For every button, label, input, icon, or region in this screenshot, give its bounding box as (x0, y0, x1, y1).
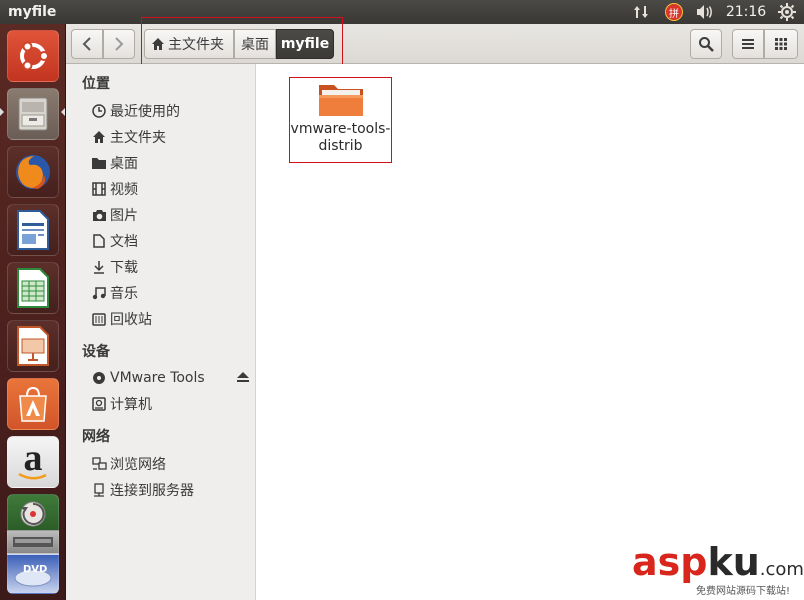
clock[interactable]: 21:16 (724, 0, 768, 24)
list-view-button[interactable] (732, 29, 764, 59)
calc-spreadsheet-icon (17, 268, 49, 308)
download-icon (90, 258, 108, 276)
sidebar-item-label: 回收站 (110, 312, 152, 328)
forward-button[interactable] (103, 29, 135, 59)
amazon-launcher-button[interactable]: a (7, 436, 59, 488)
input-method-icon[interactable]: 拼 (663, 0, 685, 24)
grid-icon (775, 38, 787, 50)
drive-icon (13, 537, 53, 547)
software-center-launcher-button[interactable] (7, 378, 59, 430)
update-icon (20, 501, 46, 527)
home-icon (90, 128, 108, 146)
amazon-smile-icon (18, 473, 47, 480)
sidebar-item-label: 计算机 (110, 397, 152, 413)
sidebar-item-home[interactable]: 主文件夹 (90, 126, 166, 148)
folder-icon (318, 85, 363, 116)
sidebar-item-desktop[interactable]: 桌面 (90, 152, 138, 174)
search-button[interactable] (690, 29, 722, 59)
sidebar-item-label: 浏览网络 (110, 457, 166, 473)
folder-name: vmware-tools- distrib (291, 121, 391, 155)
grid-view-button[interactable] (764, 29, 798, 59)
devices-heading: 设备 (82, 344, 110, 360)
sidebar-item-connect-server[interactable]: 连接到服务器 (90, 479, 194, 501)
sidebar-item-videos[interactable]: 视频 (90, 178, 138, 200)
shopping-bag-icon (19, 386, 47, 422)
sidebar-item-label: 音乐 (110, 286, 138, 302)
sidebar-item-music[interactable]: 音乐 (90, 282, 138, 304)
sidebar-item-downloads[interactable]: 下载 (90, 256, 138, 278)
server-icon (90, 481, 108, 499)
computer-icon (90, 395, 108, 413)
impress-presentation-icon (17, 326, 49, 366)
watermark-tagline: 免费网站源码下载站! (696, 586, 791, 597)
search-icon (699, 37, 714, 52)
writer-document-icon (17, 210, 49, 250)
ubuntu-logo-icon (20, 41, 49, 71)
watermark-brand-ku: ku (707, 540, 760, 584)
document-icon (90, 232, 108, 250)
sidebar-item-label: VMware Tools (110, 370, 205, 386)
film-icon (90, 180, 108, 198)
sidebar-item-computer[interactable]: 计算机 (90, 393, 152, 415)
impress-launcher-button[interactable] (7, 320, 59, 372)
ime-label: 拼 (665, 3, 683, 21)
watermark-brand-asp: asp (632, 540, 708, 584)
amazon-logo-icon: a (23, 437, 43, 479)
sidebar-item-label: 主文件夹 (110, 130, 166, 146)
firefox-icon (16, 155, 50, 189)
calc-launcher-button[interactable] (7, 262, 59, 314)
trash-icon (90, 310, 108, 328)
file-cabinet-icon (18, 97, 48, 131)
window-title: myfile (8, 4, 57, 20)
chevron-right-icon (115, 37, 124, 51)
watermark: aspku.com 免费网站源码下载站! (632, 540, 804, 598)
eject-icon[interactable] (236, 371, 250, 387)
places-heading: 位置 (82, 76, 110, 92)
sidebar-item-label: 文档 (110, 234, 138, 250)
files-launcher-button[interactable] (7, 88, 59, 140)
gear-icon[interactable] (776, 0, 798, 24)
sidebar-item-label: 桌面 (110, 156, 138, 172)
folder-name-line1: vmware-tools- (290, 121, 391, 137)
list-icon (742, 39, 754, 49)
top-panel: myfile 拼 21:16 (0, 0, 804, 24)
disc-icon (90, 369, 108, 387)
breadcrumb-highlight-box (141, 17, 343, 71)
sidebar-item-trash[interactable]: 回收站 (90, 308, 152, 330)
network-icon (90, 455, 108, 473)
sidebar-item-label: 最近使用的 (110, 104, 180, 120)
sidebar-item-browse-network[interactable]: 浏览网络 (90, 453, 166, 475)
sidebar-item-label: 下载 (110, 260, 138, 276)
dvd-icon: DVD (14, 564, 52, 587)
music-icon (90, 284, 108, 302)
network-arrows-icon[interactable] (630, 0, 652, 24)
sidebar-item-label: 连接到服务器 (110, 483, 194, 499)
sidebar: 位置 最近使用的 主文件夹 桌面 视频 图片 文档 下载 音乐 回收站 设备 V… (66, 64, 256, 600)
dvd-launcher-button[interactable]: DVD (7, 554, 59, 594)
back-button[interactable] (71, 29, 103, 59)
folder-icon (90, 154, 108, 172)
svg-text:DVD: DVD (23, 564, 47, 575)
drive-launcher-button[interactable] (7, 530, 59, 554)
ubuntu-dash-button[interactable] (7, 30, 59, 82)
sidebar-item-label: 视频 (110, 182, 138, 198)
clock-icon (90, 102, 108, 120)
watermark-brand-com: .com (759, 559, 804, 580)
network-heading: 网络 (82, 429, 110, 445)
sidebar-item-label: 图片 (110, 208, 138, 224)
sidebar-item-documents[interactable]: 文档 (90, 230, 138, 252)
folder-item[interactable]: vmware-tools- distrib (289, 77, 392, 163)
chevron-left-icon (82, 37, 91, 51)
sidebar-item-recent[interactable]: 最近使用的 (90, 100, 180, 122)
sidebar-item-pictures[interactable]: 图片 (90, 204, 138, 226)
launcher: a DVD (0, 24, 66, 600)
folder-name-line2: distrib (318, 138, 363, 154)
firefox-launcher-button[interactable] (7, 146, 59, 198)
volume-icon[interactable] (693, 0, 717, 24)
sidebar-item-vmware-tools[interactable]: VMware Tools (90, 367, 250, 389)
writer-launcher-button[interactable] (7, 204, 59, 256)
camera-icon (90, 206, 108, 224)
updater-launcher-button[interactable] (7, 494, 59, 534)
